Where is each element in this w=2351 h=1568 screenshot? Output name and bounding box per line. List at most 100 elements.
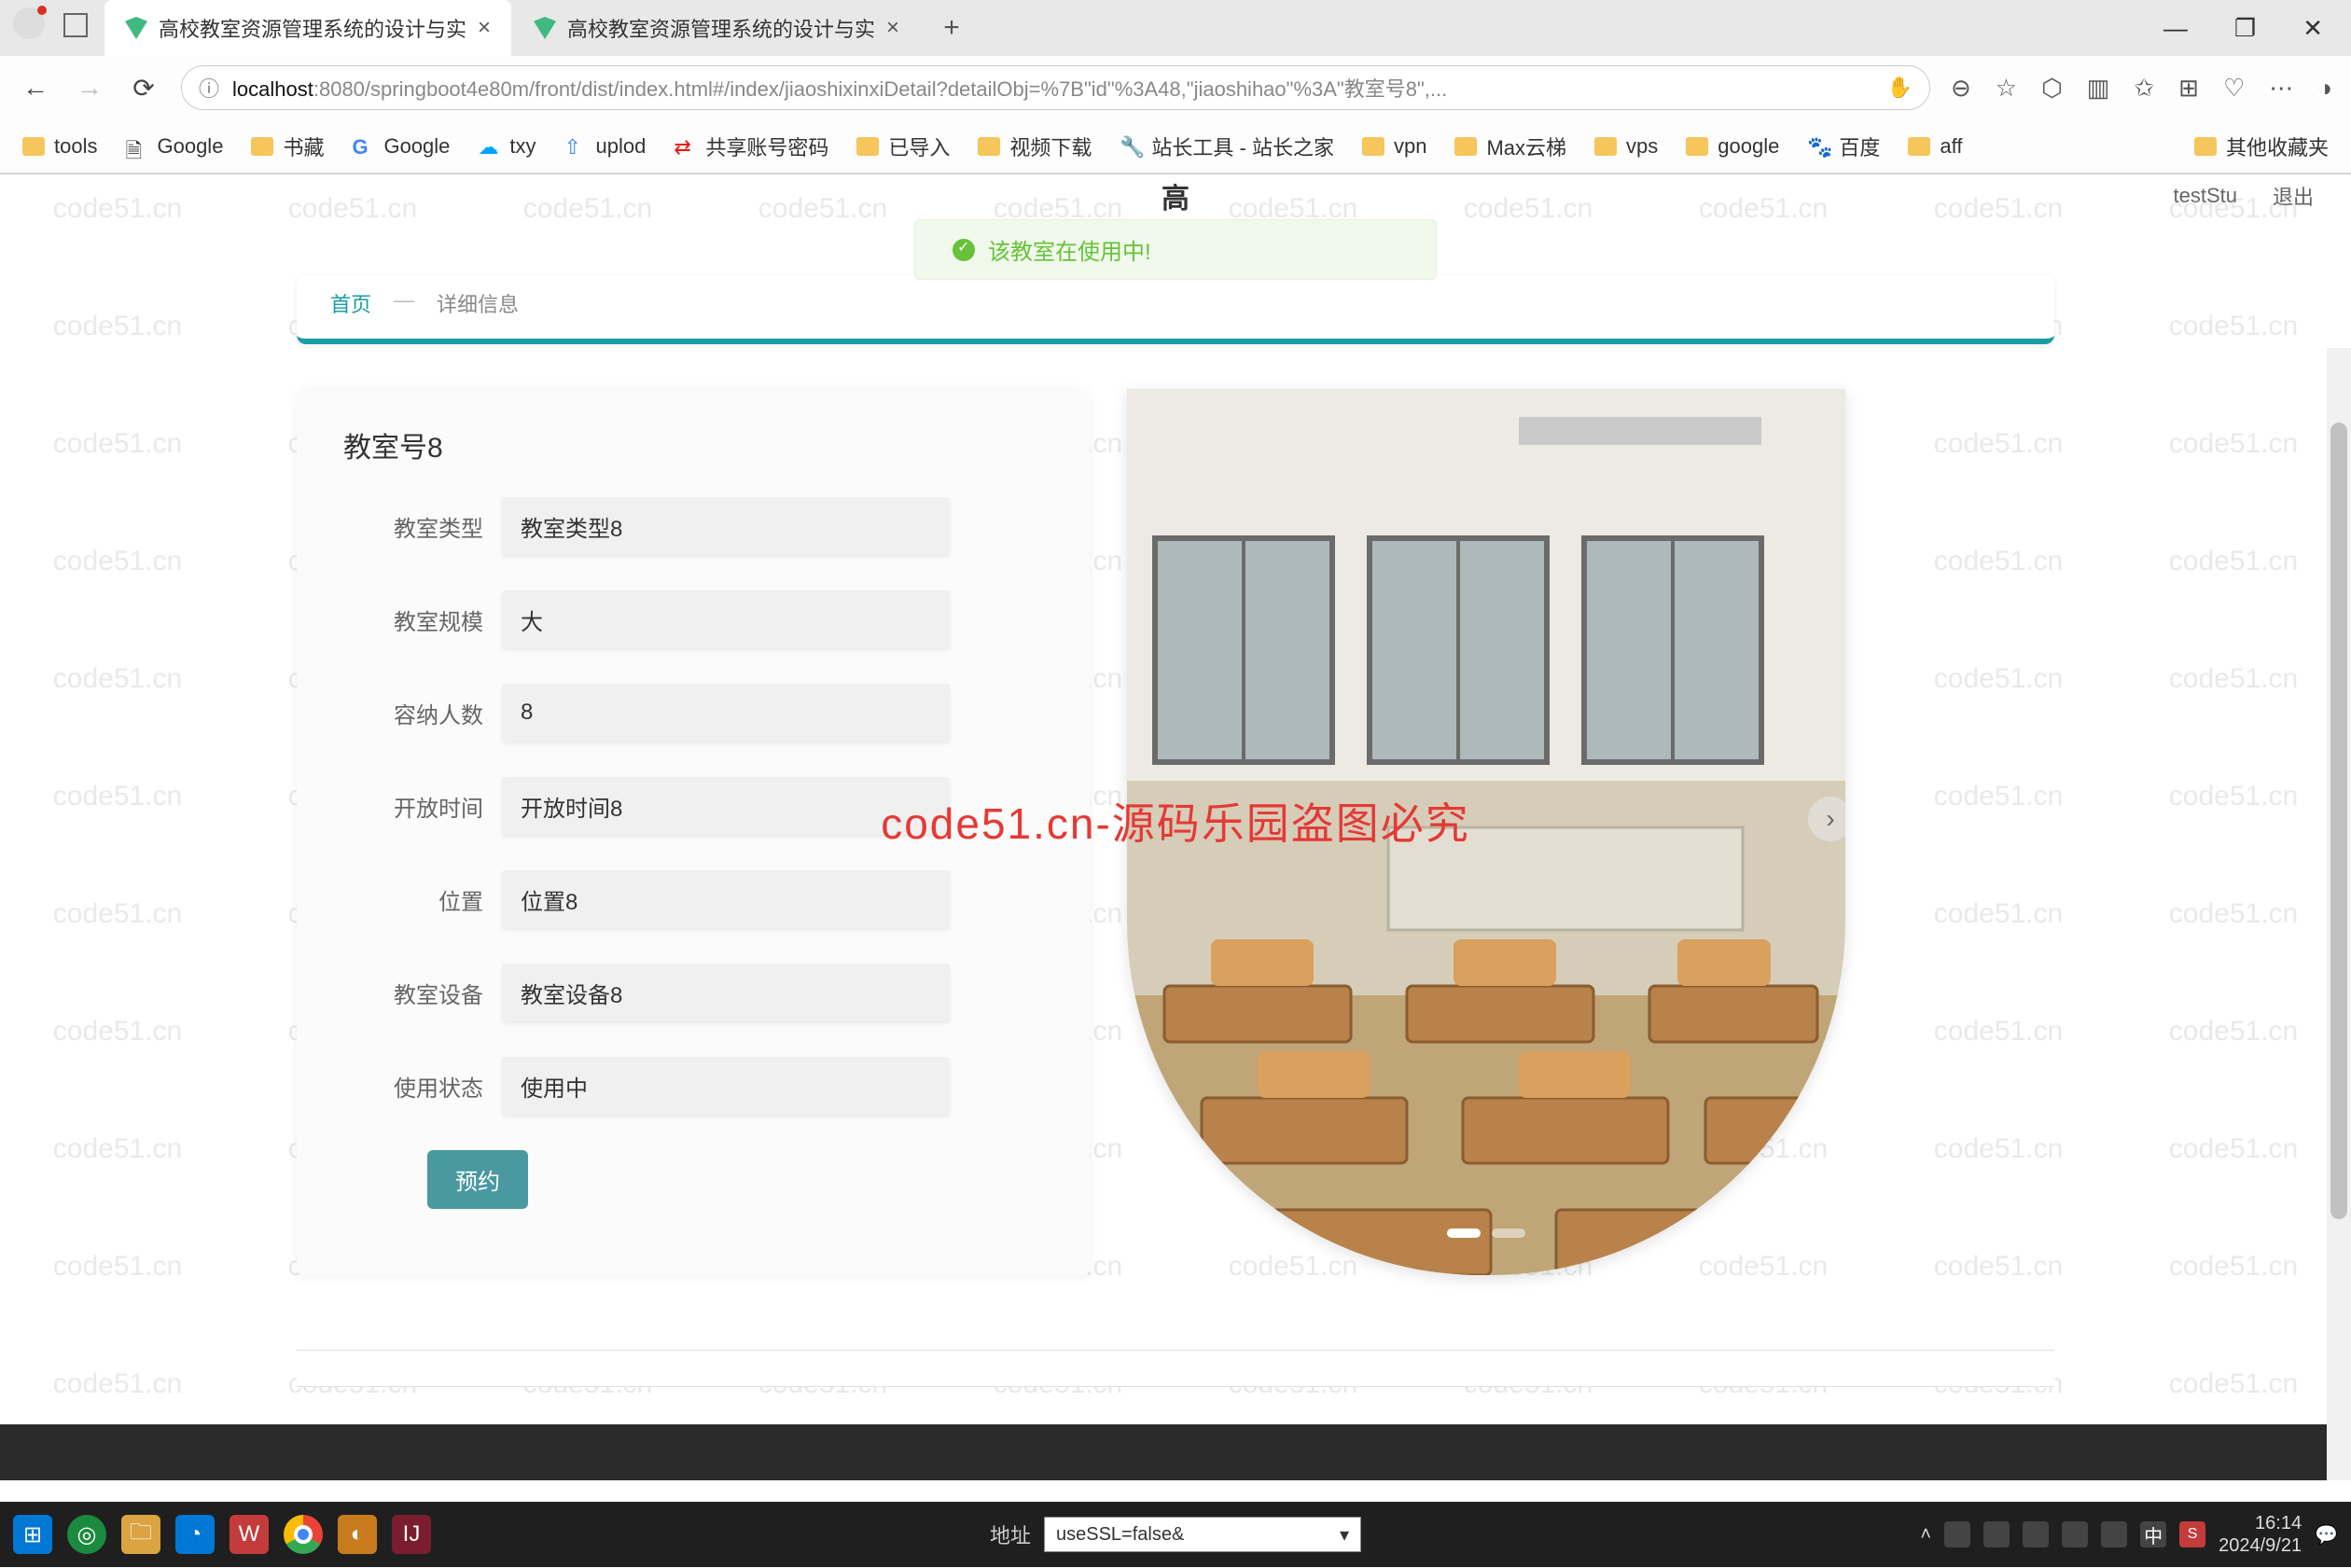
maximize-icon[interactable]: ❐ [2234,14,2256,43]
taskbar-app-edge[interactable]: ◔ [175,1515,215,1554]
logout-button[interactable]: 退出 [2263,175,2323,216]
vertical-scrollbar[interactable] [2327,348,2351,1480]
reading-mode-icon[interactable]: ✋ [1887,76,1913,100]
user-label[interactable]: testStu [2174,184,2237,208]
notifications-icon[interactable]: 💬 [2315,1523,2338,1547]
form-row-location: 位置 位置8 [343,870,1043,928]
bookmark-imported[interactable]: 已导入 [856,132,950,161]
baidu-icon: 🐾 [1807,135,1829,158]
taskbar-app-explorer[interactable]: 🗀 [121,1515,160,1554]
scroll-thumb[interactable] [2330,423,2347,1219]
carousel-dot[interactable] [1492,1228,1525,1238]
watermark-overlay: code51.cn-源码乐园盗图必究 [881,790,1470,852]
bookmark-aff[interactable]: aff [1908,134,1962,159]
vue-favicon-icon [534,17,556,39]
breadcrumb-separator: — [394,288,414,318]
comments-panel [297,1350,2054,1387]
browser-chrome: 高校教室资源管理系统的设计与实 × 高校教室资源管理系统的设计与实 × + — … [0,0,2351,174]
form-label: 教室设备 [343,977,502,1009]
taskbar-app-chrome[interactable] [284,1515,323,1554]
reserve-button[interactable]: 预约 [427,1150,528,1209]
taskbar-addr-label: 地址 [990,1519,1031,1549]
new-tab-button[interactable]: + [933,9,970,47]
form-label: 使用状态 [343,1070,502,1103]
folder-icon [1594,137,1617,156]
tray-icon[interactable] [1944,1521,1970,1547]
browser-essentials-icon[interactable]: ♡ [2223,74,2245,103]
split-screen-icon[interactable]: ▥ [2087,74,2110,103]
tab-close-icon[interactable]: × [478,15,491,41]
bookmark-zhanzhang[interactable]: 🔧站长工具 - 站长之家 [1120,132,1334,161]
bookmark-baidu[interactable]: 🐾百度 [1807,132,1880,161]
more-icon[interactable]: ⋯ [2269,74,2293,103]
browser-tab-active[interactable]: 高校教室资源管理系统的设计与实 × [104,0,511,56]
form-row-scale: 教室规模 大 [343,590,1043,648]
tray-battery-icon[interactable] [2101,1521,2127,1547]
taskbar-app-wps[interactable]: W [230,1515,269,1554]
bookmark-google[interactable]: 🗎Google [125,134,223,159]
site-info-icon[interactable]: ⓘ [199,73,219,103]
carousel-dot[interactable] [1447,1228,1481,1238]
window-controls: — ❐ ✕ [2163,0,2351,56]
carousel-indicators [1447,1228,1525,1238]
chevron-down-icon[interactable]: ▾ [1340,1523,1349,1547]
bookmark-google2[interactable]: GGoogle [352,134,450,159]
bookmark-overflow[interactable]: 其他收藏夹 [2194,132,2329,161]
bookmark-vps[interactable]: vps [1594,134,1658,159]
collections-icon[interactable]: ⊞ [2178,74,2199,103]
close-window-icon[interactable]: ✕ [2302,14,2323,43]
form-title: 教室号8 [343,424,1043,465]
extensions-icon[interactable]: ⬡ [2041,74,2063,103]
bookmark-maxcloud[interactable]: Max云梯 [1454,132,1566,161]
tray-icon[interactable] [1983,1521,2010,1547]
bookmark-txy[interactable]: ☁txy [478,134,536,159]
tray-volume-icon[interactable] [2062,1521,2088,1547]
minimize-icon[interactable]: — [2163,14,2188,43]
form-value: 教室类型8 [502,497,950,555]
page-footer [0,1424,2351,1480]
bookmark-tools[interactable]: tools [22,134,97,159]
tray-sogou-icon[interactable]: S [2179,1521,2205,1547]
tray-network-icon[interactable] [2023,1521,2049,1547]
profile-avatar-icon[interactable] [13,7,45,39]
taskbar-app-pycharm[interactable]: ◐ [338,1515,377,1554]
tab-actions-icon[interactable] [63,13,88,37]
tab-close-icon[interactable]: × [886,15,899,41]
bookmark-shucang[interactable]: 书藏 [251,132,324,161]
bookmark-google3[interactable]: google [1686,134,1779,159]
form-label: 位置 [343,883,502,916]
bookmark-video[interactable]: 视频下载 [978,132,1092,161]
form-label: 教室类型 [343,510,502,543]
back-button[interactable]: ← [19,73,52,103]
google-icon: G [352,135,374,158]
taskbar-app-idea[interactable]: IJ [392,1515,431,1554]
form-row-capacity: 容纳人数 8 [343,684,1043,742]
favorites-list-icon[interactable]: ✩ [2134,74,2154,103]
tray-chevron-up-icon[interactable]: ˄ [1920,1524,1931,1546]
ime-indicator[interactable]: 中 [2140,1521,2166,1547]
bookmark-vpn[interactable]: vpn [1362,134,1426,159]
taskbar-app-browser[interactable]: ◎ [67,1515,106,1554]
form-value: 位置8 [502,870,950,928]
form-value: 大 [502,590,950,648]
upload-icon: ⇧ [564,135,587,158]
favorite-icon[interactable]: ☆ [1996,74,2017,103]
browser-tab-inactive[interactable]: 高校教室资源管理系统的设计与实 × [513,0,920,56]
copilot-icon[interactable]: ◑ [2317,74,2332,103]
bookmark-share[interactable]: ⇄共享账号密码 [674,132,828,161]
toast-message: 该教室在使用中! [914,219,1437,280]
zoom-out-icon[interactable]: ⊖ [1951,74,1971,103]
bookmark-uplod[interactable]: ⇧uplod [564,134,647,159]
tab-title: 高校教室资源管理系统的设计与实 [567,13,875,43]
refresh-button[interactable]: ⟳ [127,73,160,104]
toast-text: 该教室在使用中! [988,233,1151,266]
start-button[interactable]: ⊞ [13,1515,52,1554]
success-icon [953,239,975,261]
carousel-next-button[interactable]: › [1808,797,1845,841]
title-bar: 高校教室资源管理系统的设计与实 × 高校教室资源管理系统的设计与实 × + — … [0,0,2351,56]
taskbar-addr-input[interactable]: useSSL=false& ▾ [1044,1517,1361,1552]
address-bar[interactable]: ⓘ localhost:8080/springboot4e80m/front/d… [181,65,1930,110]
taskbar-center: 地址 useSSL=false& ▾ [990,1517,1361,1552]
breadcrumb-home[interactable]: 首页 [330,288,371,318]
taskbar-clock[interactable]: 16:14 2024/9/21 [2219,1512,2302,1557]
